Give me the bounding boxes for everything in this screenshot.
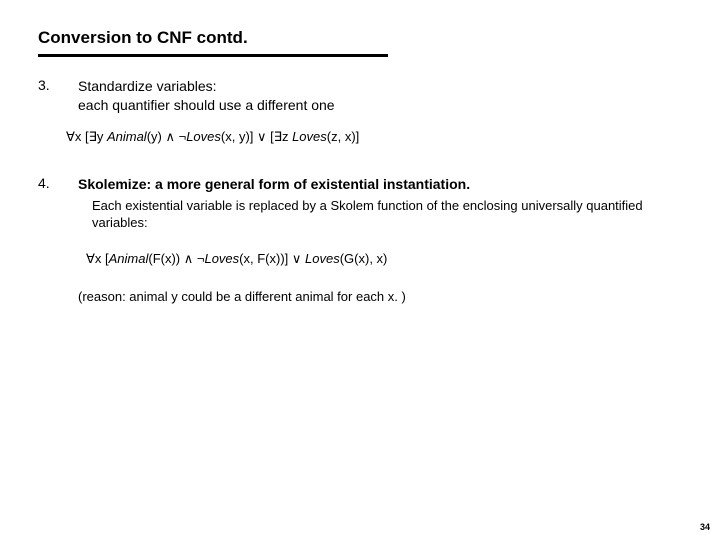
item-3-number: 3.	[38, 77, 78, 115]
predicate: Loves	[305, 251, 340, 266]
item-4-reason: (reason: animal y could be a different a…	[78, 289, 682, 304]
predicate: Loves	[292, 129, 327, 144]
item-3-line2: each quantifier should use a different o…	[78, 97, 335, 113]
title-rule	[38, 54, 388, 57]
formula-part: ∀x [∃y	[66, 129, 107, 144]
predicate: Animal	[109, 251, 149, 266]
formula-part: (y) ∧ ¬	[147, 129, 187, 144]
item-3: 3. Standardize variables: each quantifie…	[38, 77, 682, 115]
item-3-line1: Standardize variables:	[78, 78, 217, 94]
item-4-number: 4.	[38, 175, 78, 232]
formula-part: ∀x [	[86, 251, 109, 266]
predicate: Animal	[107, 129, 147, 144]
item-3-heading: Standardize variables: each quantifier s…	[78, 77, 682, 115]
slide-title: Conversion to CNF contd.	[38, 28, 682, 54]
item-4-formula: ∀x [Animal(F(x)) ∧ ¬Loves(x, F(x))] ∨ Lo…	[86, 251, 682, 267]
item-4-description: Each existential variable is replaced by…	[92, 198, 682, 232]
formula-part: (x, y)] ∨ [∃z	[221, 129, 292, 144]
item-3-body: Standardize variables: each quantifier s…	[78, 77, 682, 115]
page-number: 34	[700, 522, 710, 532]
item-4-body: Skolemize: a more general form of existe…	[78, 175, 682, 232]
predicate: Loves	[186, 129, 221, 144]
item-4-heading: Skolemize: a more general form of existe…	[78, 175, 682, 194]
formula-part: (F(x)) ∧ ¬	[148, 251, 204, 266]
item-4: 4. Skolemize: a more general form of exi…	[38, 175, 682, 232]
formula-part: (G(x), x)	[340, 251, 388, 266]
formula-part: (z, x)]	[327, 129, 360, 144]
formula-part: (x, F(x))] ∨	[239, 251, 305, 266]
item-3-formula: ∀x [∃y Animal(y) ∧ ¬Loves(x, y)] ∨ [∃z L…	[66, 129, 682, 145]
predicate: Loves	[204, 251, 239, 266]
